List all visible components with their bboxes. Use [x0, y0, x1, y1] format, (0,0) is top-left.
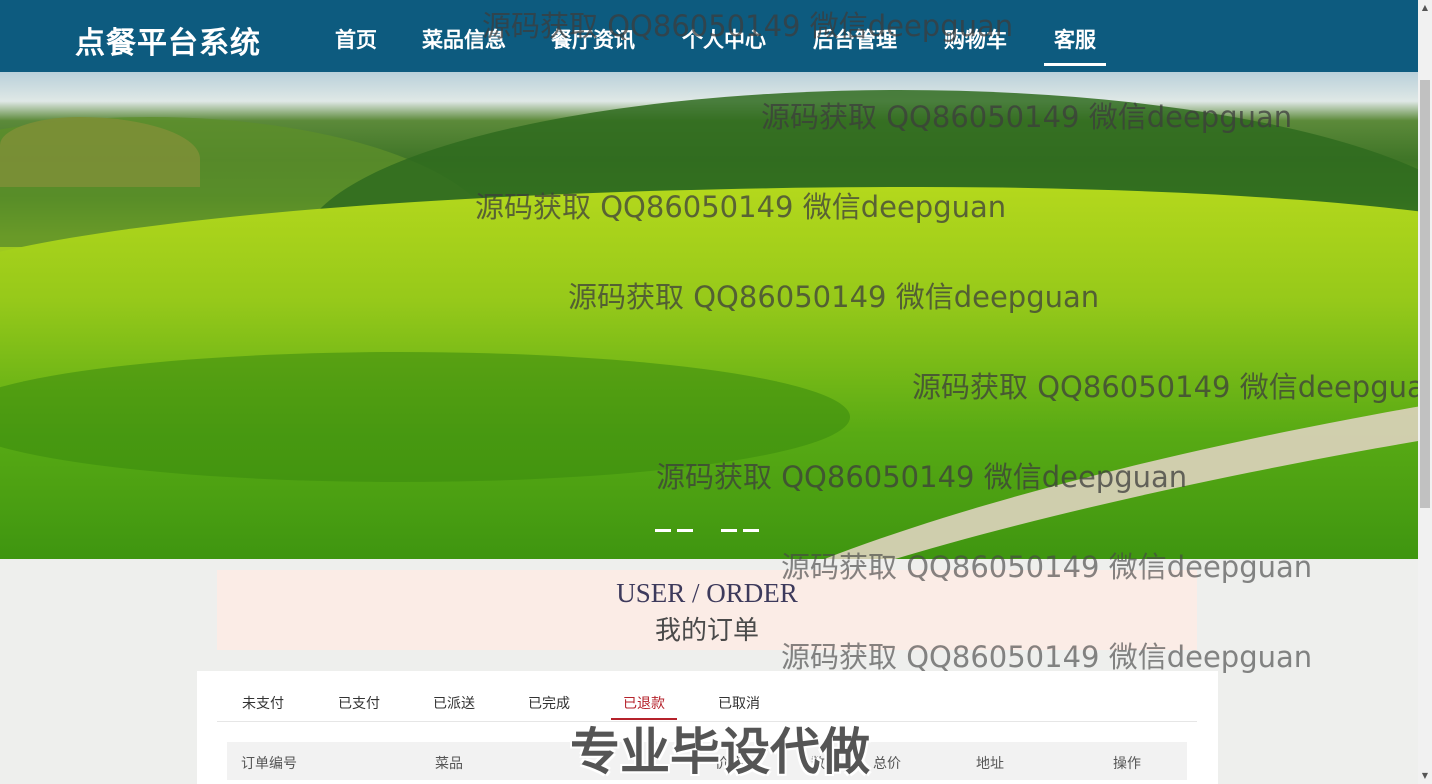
nav-user-center[interactable]: 个人中心 — [682, 24, 766, 54]
nav-home[interactable]: 首页 — [335, 24, 377, 54]
column-quantity: 数量 — [811, 756, 839, 772]
page-scrollbar[interactable]: ▲ ▼ — [1418, 0, 1432, 784]
tab-paid[interactable]: 已支付 — [338, 693, 380, 713]
scroll-up-arrow-icon[interactable]: ▲ — [1421, 4, 1429, 12]
column-address: 地址 — [976, 756, 1004, 772]
order-status-tabs: 未支付 已支付 已派送 已完成 已退款 已取消 — [217, 671, 1197, 722]
tab-refunded[interactable]: 已退款 — [611, 693, 677, 720]
nav-cart[interactable]: 购物车 — [944, 24, 1007, 54]
column-total: 总价 — [873, 756, 901, 772]
tab-cancelled[interactable]: 已取消 — [718, 693, 760, 713]
tab-completed[interactable]: 已完成 — [528, 693, 570, 713]
column-dish: 菜品 — [435, 756, 463, 772]
tab-delivered[interactable]: 已派送 — [433, 693, 475, 713]
banner-carousel[interactable] — [0, 72, 1418, 559]
order-title-en: USER / ORDER — [616, 578, 798, 608]
column-actions: 操作 — [1113, 756, 1141, 772]
carousel-dot-active[interactable] — [699, 529, 715, 532]
order-section-header: USER / ORDER 我的订单 — [217, 570, 1197, 650]
nav-news[interactable]: 餐厅资讯 — [551, 24, 635, 54]
order-panel: 未支付 已支付 已派送 已完成 已退款 已取消 订单编号 菜品 价格 数量 总价… — [197, 671, 1218, 784]
tab-unpaid[interactable]: 未支付 — [242, 693, 284, 713]
carousel-dot[interactable] — [721, 529, 737, 532]
top-nav: 点餐平台系统 首页 菜品信息 餐厅资讯 个人中心 后台管理 购物车 客服 — [0, 0, 1418, 72]
carousel-dot[interactable] — [677, 529, 693, 532]
scroll-down-arrow-icon[interactable]: ▼ — [1421, 772, 1429, 780]
nav-dishes[interactable]: 菜品信息 — [422, 24, 506, 54]
carousel-dot[interactable] — [743, 529, 759, 532]
carousel-indicators — [655, 529, 759, 532]
nav-service[interactable]: 客服 — [1044, 24, 1106, 66]
nav-admin[interactable]: 后台管理 — [813, 24, 897, 54]
carousel-dot[interactable] — [655, 529, 671, 532]
order-title-cn: 我的订单 — [654, 616, 759, 646]
site-title[interactable]: 点餐平台系统 — [75, 18, 261, 62]
order-table-header: 订单编号 菜品 价格 数量 总价 地址 操作 — [227, 742, 1187, 780]
column-price: 价格 — [715, 756, 743, 772]
column-order-id: 订单编号 — [241, 756, 297, 772]
scroll-thumb[interactable] — [1420, 80, 1430, 508]
